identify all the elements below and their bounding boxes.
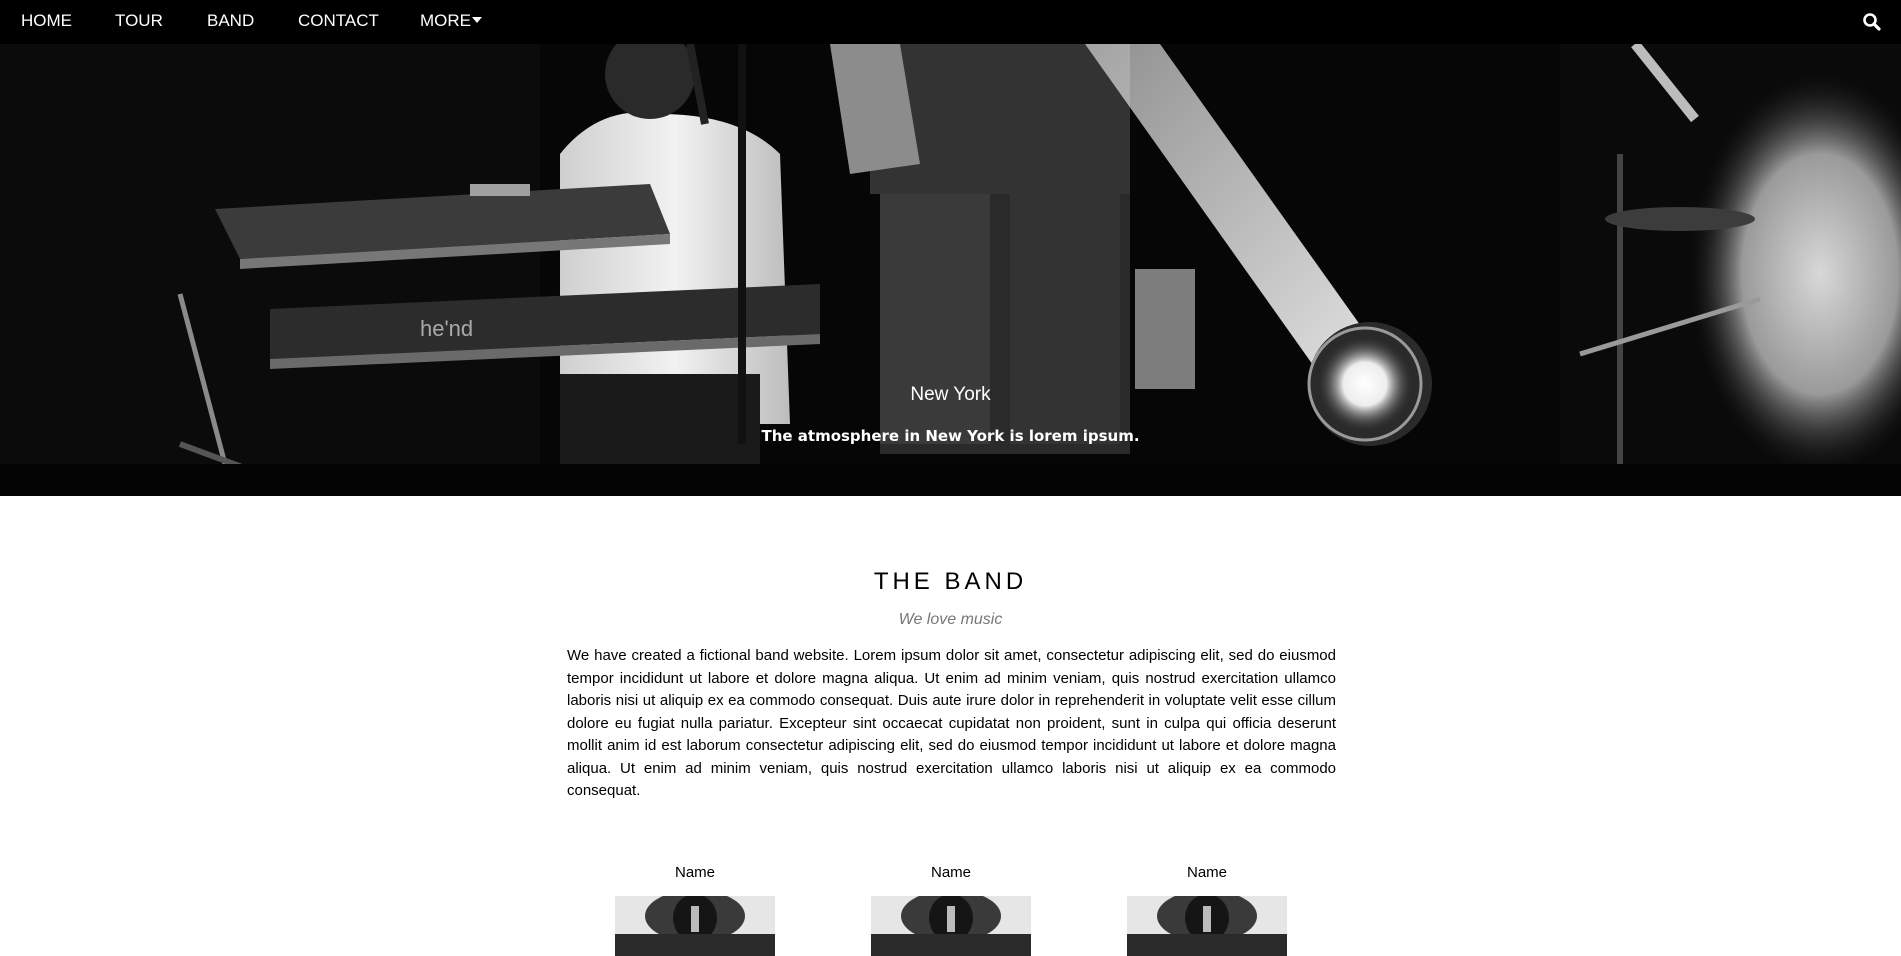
nav-more-dropdown[interactable]: MORE (420, 0, 482, 44)
nav-tour-link[interactable]: TOUR (115, 0, 163, 44)
band-member-name: Name (1186, 864, 1227, 881)
band-member-name: Name (930, 864, 971, 881)
hero-caption-text: The atmosphere in New York is lorem ipsu… (761, 427, 1140, 445)
band-member-name: Name (674, 864, 715, 881)
nav-band-link[interactable]: BAND (207, 0, 254, 44)
band-section-title: THE BAND (873, 568, 1028, 595)
nav-contact-link[interactable]: CONTACT (298, 0, 379, 44)
svg-text:he'nd: he'nd (420, 316, 473, 341)
search-button[interactable] (1861, 11, 1883, 33)
search-icon (1863, 13, 1881, 31)
nav-home-link[interactable]: HOME (21, 0, 72, 44)
band-description: We have created a fictional band website… (567, 647, 1336, 799)
band-member-card: Name (1127, 864, 1287, 956)
band-member-card: Name (871, 864, 1031, 956)
band-section-subtitle: We love music (898, 611, 1003, 628)
caret-down-icon (472, 17, 482, 24)
hero-caption-title: New York (910, 384, 991, 405)
nav-more-label: MORE (420, 11, 471, 30)
top-navigation-bar: HOME TOUR BAND CONTACT MORE (0, 0, 1901, 44)
band-member-card: Name (615, 864, 775, 956)
band-member-photo[interactable] (615, 896, 775, 956)
hero-slide: he'nd New York The atmosphere in New Yor… (0, 44, 1901, 496)
band-member-photo[interactable] (1127, 896, 1287, 956)
band-member-photo[interactable] (871, 896, 1031, 956)
